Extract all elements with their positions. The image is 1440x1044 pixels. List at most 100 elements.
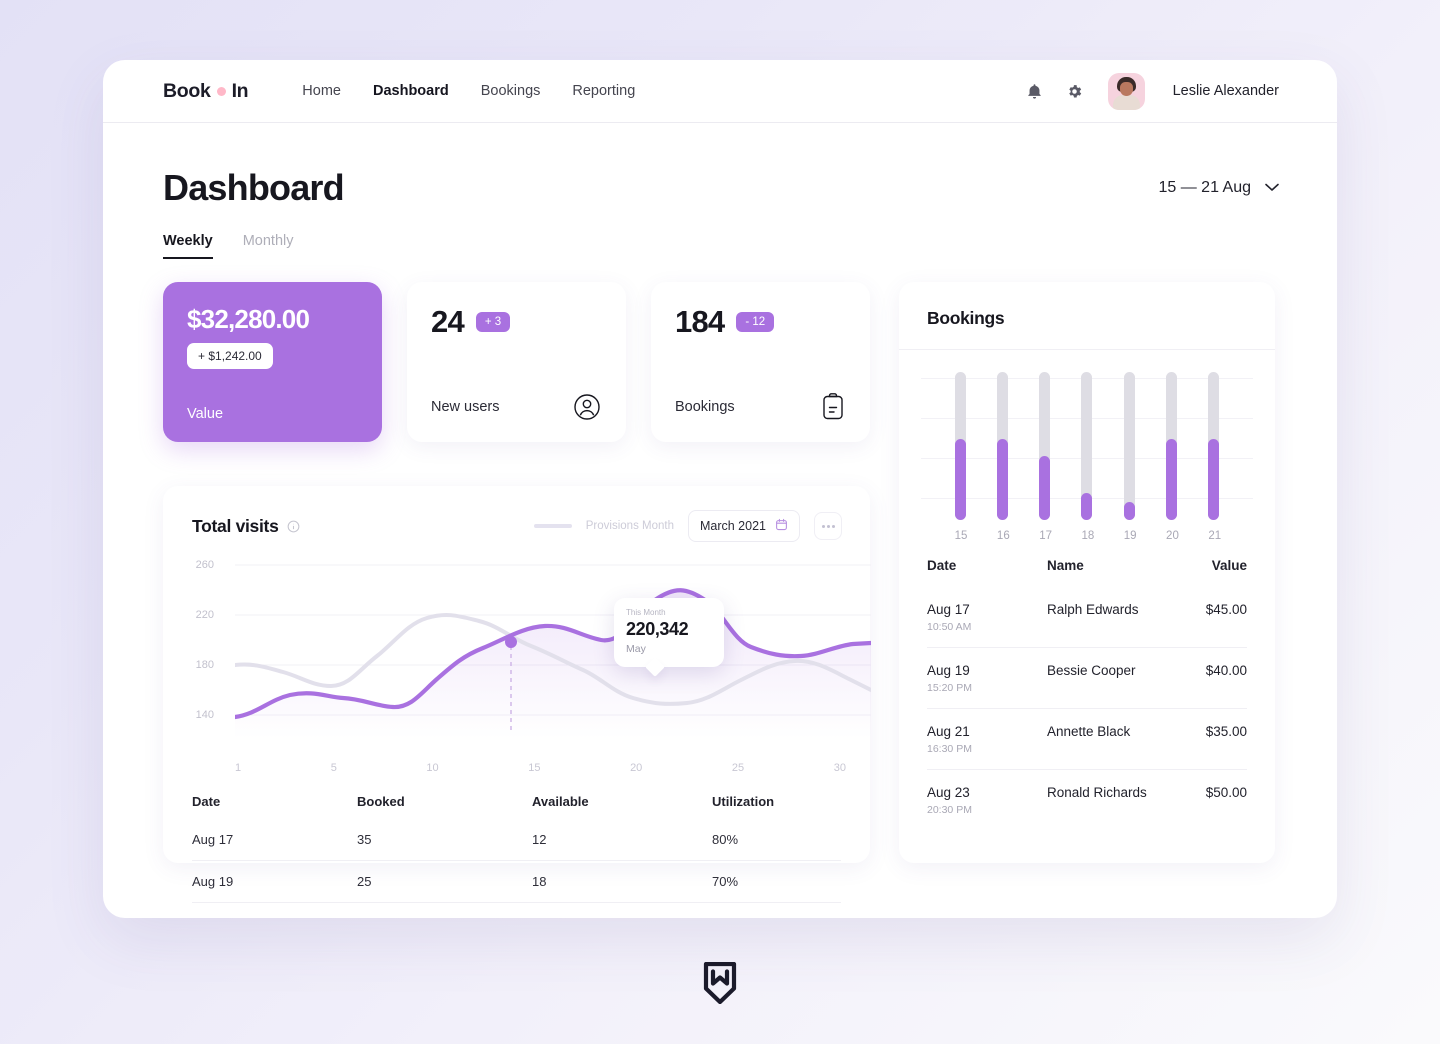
x-tick-5: 5: [330, 762, 337, 774]
cell-booked: 35: [357, 832, 372, 847]
bar-track-17[interactable]: [1039, 372, 1051, 520]
nav-item-home[interactable]: Home: [302, 83, 341, 99]
col-value: Value: [1211, 558, 1247, 573]
total-visits-chart: 260 220 180 140 This Month 220,342 May: [177, 556, 871, 756]
cell-value: $45.00: [1205, 602, 1247, 617]
table-row[interactable]: Aug 23 20:30 PM Ronald Richards $50.00: [927, 769, 1247, 830]
table-row[interactable]: Aug 19 25 18 70%: [192, 860, 841, 903]
x-tick-10: 10: [426, 762, 439, 774]
cell-booked: 31: [357, 902, 532, 918]
total-visits-tools: Provisions Month March 2021: [533, 510, 842, 542]
stat-value-delta-badge: + $1,242.00: [187, 343, 273, 369]
tab-weekly[interactable]: Weekly: [163, 233, 213, 259]
table-row[interactable]: Aug 19 15:20 PM Bessie Cooper $40.00: [927, 647, 1247, 709]
cell-value: $40.00: [1205, 663, 1247, 678]
table-row[interactable]: Aug 17 35 12 80%: [192, 819, 841, 861]
total-visits-header: Total visits Provisions Month March 2021: [177, 510, 856, 542]
bar-fill-19: [1123, 502, 1135, 520]
period-tabs: Weekly Monthly: [103, 209, 1337, 259]
table-header-row: Date Name Value: [927, 548, 1247, 587]
stat-card-bookings[interactable]: 184 - 12 Bookings: [651, 282, 870, 442]
user-avatar[interactable]: [1107, 72, 1145, 110]
main-nav: Home Dashboard Bookings Reporting: [302, 83, 635, 99]
avatar-body: [1112, 94, 1140, 110]
date-range-selector[interactable]: 15 — 21 Aug: [1158, 179, 1279, 197]
bookings-table: Date Name Value Aug 17 10:50 AM Ralph Ed…: [927, 548, 1247, 830]
more-options-icon[interactable]: [814, 512, 842, 540]
user-circle-icon: [572, 392, 602, 422]
stat-bookings-label: Bookings: [675, 399, 735, 415]
legend-label: Provisions Month: [585, 520, 674, 532]
notification-bell-icon[interactable]: [1024, 80, 1046, 102]
tooltip-value: 220,342: [626, 619, 689, 639]
brand-logo[interactable]: Book In: [163, 79, 249, 103]
bar-fill-15: [954, 438, 966, 520]
x-tick-30: 30: [833, 762, 846, 774]
bar-label-21: 21: [1208, 530, 1222, 542]
cell-date: Aug 17: [927, 602, 970, 617]
bar-track-20[interactable]: [1166, 372, 1178, 520]
x-tick-25: 25: [731, 762, 745, 774]
visits-table-wrap: Date Booked Available Utilization Aug 17…: [177, 774, 856, 918]
page-title: Dashboard: [163, 167, 345, 208]
cell-name: Annette Black: [1047, 724, 1131, 739]
stat-card-value[interactable]: $32,280.00 + $1,242.00 Value: [163, 282, 382, 442]
bookings-bar-chart: 15 16 17 18 19 20 21: [899, 350, 1275, 542]
month-picker[interactable]: March 2021: [687, 510, 800, 542]
bookings-panel: Bookings 15 16 17 18 19 20 21 Date Name …: [899, 282, 1275, 863]
total-visits-title: Total visits: [192, 515, 279, 536]
col-name: Name: [1047, 558, 1084, 573]
stat-new-users-amount: 24: [431, 304, 465, 339]
bar-track-18[interactable]: [1081, 372, 1093, 520]
cell-date: Aug 17: [192, 832, 234, 847]
visits-marker-dot: [505, 636, 517, 648]
tab-monthly[interactable]: Monthly: [243, 233, 294, 259]
cell-name: Ronald Richards: [1047, 785, 1147, 800]
nav-item-dashboard[interactable]: Dashboard: [373, 83, 449, 99]
table-row[interactable]: Aug 20 31 14 90%: [192, 902, 841, 918]
cell-value: $50.00: [1205, 785, 1247, 800]
visits-tooltip: This Month 220,342 May: [614, 598, 724, 667]
stat-value-amount: $32,280.00: [187, 304, 310, 334]
brand-name-right: In: [231, 79, 249, 102]
clipboard-icon: [820, 392, 846, 422]
stat-value-delta-wrap: + $1,242.00: [187, 343, 358, 369]
chevron-down-icon: [1265, 179, 1279, 197]
cell-date: Aug 23: [927, 785, 970, 800]
y-tick-220: 220: [195, 609, 214, 621]
stat-card-new-users[interactable]: 24 + 3 New users: [407, 282, 626, 442]
info-icon[interactable]: [287, 520, 300, 533]
cell-time: 16:30 PM: [927, 743, 972, 755]
bar-label-15: 15: [954, 530, 968, 542]
bar-track-16[interactable]: [996, 372, 1008, 520]
cell-utilization: 70%: [712, 860, 841, 903]
stat-cards-row: $32,280.00 + $1,242.00 Value 24 + 3 New …: [163, 282, 870, 442]
bar-track-19[interactable]: [1123, 372, 1135, 520]
bar-chart-x-labels: 15 16 17 18 19 20 21: [921, 520, 1253, 542]
x-tick-1: 1: [235, 762, 242, 774]
stat-new-users-delta-badge: + 3: [475, 312, 511, 332]
table-header-row: Date Booked Available Utilization: [192, 784, 841, 819]
visits-line-svg: [235, 564, 871, 739]
stat-bookings-footer: Bookings: [675, 392, 846, 422]
cell-utilization: 80%: [712, 832, 739, 847]
tooltip-sub: May: [626, 643, 646, 655]
cell-available: 14: [532, 902, 712, 918]
cell-value: $35.00: [1205, 724, 1247, 739]
app-window: Book In Home Dashboard Bookings Reportin…: [103, 60, 1337, 918]
visits-table: Date Booked Available Utilization Aug 17…: [192, 784, 841, 918]
stat-new-users-row: 24 + 3: [431, 304, 602, 340]
bar-track-15[interactable]: [954, 372, 966, 520]
x-tick-15: 15: [528, 762, 541, 774]
stat-new-users-footer: New users: [431, 392, 602, 422]
y-tick-260: 260: [195, 559, 214, 571]
page-header: Dashboard 15 — 21 Aug: [103, 123, 1337, 209]
right-column: Bookings 15 16 17 18 19 20 21 Date Name …: [899, 282, 1275, 863]
table-row[interactable]: Aug 21 16:30 PM Annette Black $35.00: [927, 708, 1247, 770]
settings-gear-icon[interactable]: [1064, 80, 1086, 102]
cell-time: 20:30 PM: [927, 804, 972, 816]
nav-item-bookings[interactable]: Bookings: [481, 83, 541, 99]
table-row[interactable]: Aug 17 10:50 AM Ralph Edwards $45.00: [927, 587, 1247, 648]
bar-track-21[interactable]: [1208, 372, 1220, 520]
nav-item-reporting[interactable]: Reporting: [572, 83, 635, 99]
